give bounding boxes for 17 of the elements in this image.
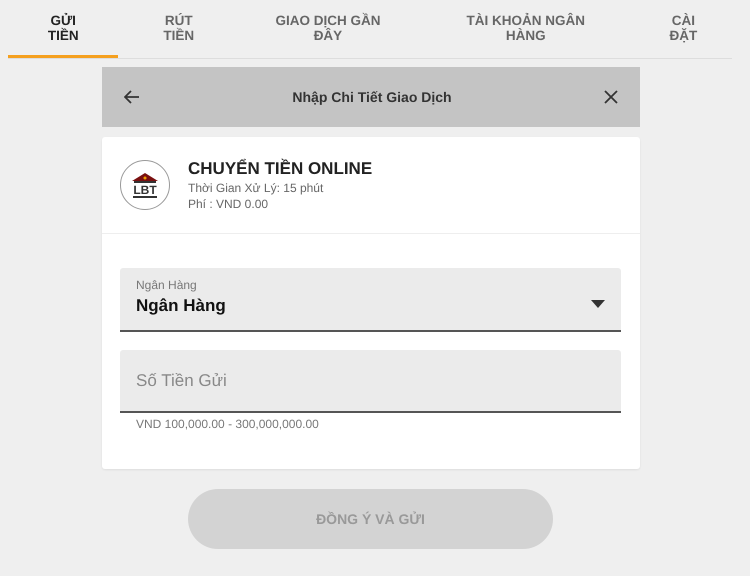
bank-select[interactable]: Ngân Hàng Ngân Hàng — [120, 268, 621, 332]
fee-text: Phí : VND 0.00 — [188, 197, 270, 211]
back-icon[interactable] — [124, 90, 140, 104]
tab[interactable]: CÀI ĐẶT — [634, 0, 732, 58]
tab[interactable]: GIAO DỊCH GẦN ĐÂY — [239, 0, 417, 58]
processing-time: Thời Gian Xử Lý: 15 phút — [188, 181, 324, 195]
method-name: CHUYỂN TIỀN ONLINE — [188, 159, 372, 179]
close-icon[interactable] — [604, 90, 618, 104]
bank-logo: LBT — [120, 160, 170, 210]
tab[interactable]: GỬI TIỀN — [8, 0, 118, 58]
tab[interactable]: TÀI KHOẢN NGÂN HÀNG — [424, 0, 627, 58]
dialog-title: Nhập Chi Tiết Giao Dịch — [291, 89, 453, 105]
caret-icon — [591, 300, 605, 308]
amount-field[interactable]: Số Tiền Gửi — [120, 350, 621, 413]
house-icon — [132, 172, 158, 184]
tab[interactable]: RÚT TIỀN — [126, 0, 232, 58]
amount-hint: VND 100,000.00 - 300,000,000.00 — [136, 417, 320, 431]
